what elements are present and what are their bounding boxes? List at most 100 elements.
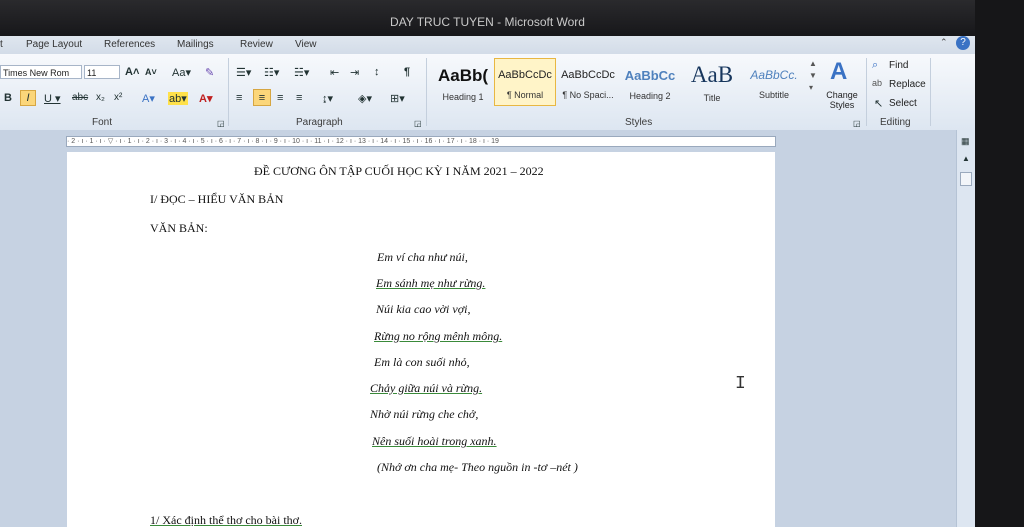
document-workspace[interactable]: ĐỀ CƯƠNG ÔN TẬP CUỐI HỌC KỲ I NĂM 2021 –… xyxy=(0,152,956,527)
vertical-scrollbar[interactable]: ▦ ▲ xyxy=(956,130,976,527)
style-normal[interactable]: AaBbCcDc ¶ Normal xyxy=(494,58,556,106)
show-marks-icon[interactable]: ¶ xyxy=(404,66,410,78)
change-styles-button[interactable]: Change Styles xyxy=(822,90,862,110)
style-heading-2[interactable]: AaBbCc Heading 2 xyxy=(619,58,681,106)
style-name: Heading 1 xyxy=(442,92,484,102)
tab-review[interactable]: Review xyxy=(240,39,273,50)
increase-indent-icon[interactable]: ⇥ xyxy=(350,66,359,79)
find-icon: ⌕ xyxy=(872,59,879,71)
font-size-box[interactable]: 11 xyxy=(84,65,120,79)
change-case-icon[interactable]: Aa▾ xyxy=(172,66,191,79)
strikethrough-icon[interactable]: abc xyxy=(72,92,88,103)
horizontal-ruler[interactable]: · 2 · ı · 1 · ı · ▽ · ı · 1 · ı · 2 · ı … xyxy=(0,130,975,152)
style-name: ¶ No Spaci... xyxy=(562,90,614,100)
ribbon-tabs: t Page Layout References Mailings Review… xyxy=(0,36,975,54)
find-button[interactable]: Find xyxy=(889,60,908,71)
align-right-icon[interactable]: ≡ xyxy=(277,92,283,104)
tab-references[interactable]: References xyxy=(104,39,155,50)
help-icon[interactable]: ? xyxy=(956,36,970,50)
style-no-spacing[interactable]: AaBbCcDc ¶ No Spaci... xyxy=(557,58,619,106)
numbering-icon[interactable]: ☷▾ xyxy=(264,66,279,79)
borders-icon[interactable]: ⊞▾ xyxy=(390,92,405,105)
font-dialog-launcher-icon[interactable]: ◲ xyxy=(217,119,225,128)
text-label: VĂN BẢN: xyxy=(150,221,208,235)
styles-scroll-icon[interactable]: ▲ ▼ ▾ xyxy=(809,58,817,94)
paragraph-group-label: Paragraph xyxy=(296,117,343,128)
subscript-icon[interactable]: x₂ xyxy=(96,92,105,103)
poem-line: Em sánh mẹ như rừng. xyxy=(376,276,486,290)
font-name-box[interactable]: Times New Rom xyxy=(0,65,82,79)
poem-line: Em là con suối nhỏ, xyxy=(374,355,470,369)
align-center-icon[interactable]: ≡ xyxy=(253,89,271,106)
style-heading-1[interactable]: AaBb( Heading 1 xyxy=(432,58,494,106)
font-color-icon[interactable]: A▾ xyxy=(199,92,212,105)
style-name: ¶ Normal xyxy=(506,90,544,100)
poem-line: Rừng no rộng mênh mông. xyxy=(374,329,503,343)
superscript-icon[interactable]: x² xyxy=(114,92,122,103)
replace-button[interactable]: Replace xyxy=(889,79,926,90)
tab-page-layout[interactable]: Page Layout xyxy=(26,39,82,50)
align-left-icon[interactable]: ≡ xyxy=(236,92,242,104)
bullets-icon[interactable]: ☰▾ xyxy=(236,66,251,79)
bold-icon[interactable]: B xyxy=(4,92,12,104)
tab-insert-partial[interactable]: t xyxy=(0,39,3,50)
italic-icon[interactable]: I xyxy=(20,90,36,106)
separator xyxy=(426,58,427,126)
style-sample: AaBbCc xyxy=(624,68,676,83)
minimize-ribbon-icon[interactable]: ⌃ xyxy=(940,37,948,48)
editing-group-label: Editing xyxy=(880,117,911,128)
poem-line: Em ví cha như núi, xyxy=(377,250,468,264)
font-group-label: Font xyxy=(92,117,113,128)
grow-font-icon[interactable]: A˄ xyxy=(125,66,139,78)
style-sample: AaBbCcDc xyxy=(561,69,615,81)
style-name: Title xyxy=(703,93,721,103)
multilevel-list-icon[interactable]: ☵▾ xyxy=(294,66,309,79)
text-effects-icon[interactable]: A▾ xyxy=(142,92,155,105)
text-cursor-icon: I xyxy=(735,374,746,394)
styles-group-label: Styles xyxy=(625,117,653,128)
ribbon: Times New Rom 11 A˄ A˅ Aa▾ ✎ B I U ▾ abc… xyxy=(0,54,975,131)
select-icon: ↖ xyxy=(874,98,884,110)
poem-line: Nhờ núi rừng che chở, xyxy=(370,407,479,421)
paragraph-dialog-launcher-icon[interactable]: ◲ xyxy=(414,119,422,128)
poem-source: (Nhớ ơn cha mẹ- Theo nguồn in -tơ –nét ) xyxy=(377,460,578,474)
title-bar: DAY TRUC TUYEN - Microsoft Word xyxy=(0,0,975,36)
highlight-icon[interactable]: ab▾ xyxy=(168,92,188,105)
shrink-font-icon[interactable]: A˅ xyxy=(145,67,157,77)
style-name: Subtitle xyxy=(758,90,790,100)
style-sample: AaBbCc. xyxy=(750,68,798,82)
underline-icon[interactable]: U ▾ xyxy=(44,92,61,105)
shading-icon[interactable]: ◈▾ xyxy=(358,92,372,105)
ruler-toggle-icon[interactable]: ▦ xyxy=(961,136,970,147)
poem-line: Nên suối hoài trong xanh. xyxy=(372,434,497,448)
poem-line: Chảy giữa núi và rừng. xyxy=(370,381,483,395)
tab-view[interactable]: View xyxy=(295,39,317,50)
style-sample: AaBb( xyxy=(437,66,489,85)
tab-mailings[interactable]: Mailings xyxy=(177,39,214,50)
clear-format-icon[interactable]: ✎ xyxy=(205,66,214,79)
question-line: 1/ Xác định thể thơ cho bài thơ. xyxy=(150,513,302,527)
section-heading: I/ ĐỌC – HIỂU VĂN BẢN xyxy=(150,192,284,206)
scroll-thumb[interactable] xyxy=(960,172,972,186)
line-spacing-icon[interactable]: ↨▾ xyxy=(322,92,333,105)
select-button[interactable]: Select xyxy=(889,98,917,109)
separator xyxy=(228,58,229,126)
desktop-background xyxy=(975,0,1024,527)
separator xyxy=(930,58,931,126)
poem-line: Núi kia cao vời vợi, xyxy=(376,302,471,316)
styles-dialog-launcher-icon[interactable]: ◲ xyxy=(853,119,861,128)
decrease-indent-icon[interactable]: ⇤ xyxy=(330,66,339,79)
ruler-scale: · 2 · ı · 1 · ı · ▽ · ı · 1 · ı · 2 · ı … xyxy=(66,136,776,147)
change-styles-icon[interactable]: A xyxy=(830,58,847,86)
style-name: Heading 2 xyxy=(629,91,671,101)
style-title[interactable]: AaB Title xyxy=(681,58,743,106)
window-title: DAY TRUC TUYEN - Microsoft Word xyxy=(390,15,585,29)
justify-icon[interactable]: ≡ xyxy=(296,92,302,104)
document-page[interactable]: ĐỀ CƯƠNG ÔN TẬP CUỐI HỌC KỲ I NĂM 2021 –… xyxy=(67,152,775,527)
document-title: ĐỀ CƯƠNG ÔN TẬP CUỐI HỌC KỲ I NĂM 2021 –… xyxy=(254,164,544,178)
style-subtitle[interactable]: AaBbCc. Subtitle xyxy=(743,58,805,106)
scroll-up-icon[interactable]: ▲ xyxy=(962,154,970,163)
separator xyxy=(866,58,867,126)
style-sample: AaB xyxy=(690,62,734,87)
sort-icon[interactable]: ↕ xyxy=(374,66,380,78)
